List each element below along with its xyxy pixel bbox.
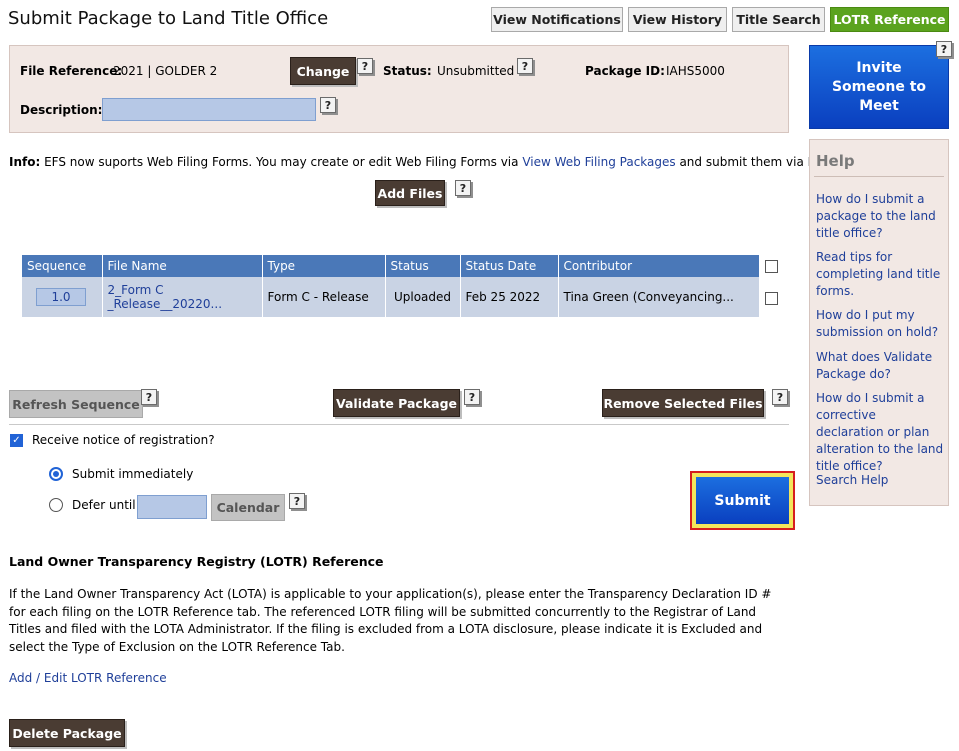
invite-label-line: Invite bbox=[856, 59, 902, 76]
type-cell: Form C - Release bbox=[262, 277, 386, 317]
table-header-row: Sequence File Name Type Status Status Da… bbox=[22, 255, 759, 277]
help-link-corrective-declaration[interactable]: How do I submit a corrective declaration… bbox=[816, 390, 944, 475]
status-label: Status: bbox=[383, 64, 432, 78]
invite-label-line: Someone to bbox=[831, 78, 927, 95]
help-icon[interactable]: ? bbox=[772, 389, 788, 405]
help-icon[interactable]: ? bbox=[517, 58, 533, 74]
info-message: Info: EFS now suports Web Filing Forms. … bbox=[9, 155, 833, 169]
remove-selected-files-button[interactable]: Remove Selected Files bbox=[602, 389, 764, 417]
sequence-cell: 1.0 bbox=[22, 277, 103, 317]
column-header-contributor[interactable]: Contributor bbox=[558, 255, 759, 277]
receive-notice-checkbox[interactable]: ✓ bbox=[10, 434, 23, 447]
help-icon[interactable]: ? bbox=[464, 389, 480, 405]
divider bbox=[9, 424, 789, 425]
delete-package-button[interactable]: Delete Package bbox=[9, 719, 125, 747]
column-header-sequence[interactable]: Sequence bbox=[22, 255, 103, 277]
lotr-section-title: Land Owner Transparency Registry (LOTR) … bbox=[9, 554, 384, 569]
help-link-form-tips[interactable]: Read tips for completing land title form… bbox=[816, 249, 944, 300]
description-input[interactable] bbox=[102, 98, 316, 121]
column-header-status[interactable]: Status bbox=[385, 255, 461, 277]
file-name-cell: 2_Form C _Release__20220... bbox=[102, 277, 263, 317]
help-icon[interactable]: ? bbox=[320, 97, 336, 113]
invite-someone-button[interactable]: Invite Someone to Meet bbox=[809, 45, 949, 129]
help-link-search[interactable]: Search Help bbox=[816, 472, 944, 489]
add-edit-lotr-reference-link[interactable]: Add / Edit LOTR Reference bbox=[9, 671, 167, 685]
file-name-link[interactable]: 2_Form C _Release__20220... bbox=[108, 283, 257, 311]
status-cell: Uploaded bbox=[385, 277, 461, 317]
invite-label-line: Meet bbox=[859, 97, 899, 114]
help-panel: Help How do I submit a package to the la… bbox=[809, 139, 949, 506]
table-row: 1.0 2_Form C _Release__20220... Form C -… bbox=[22, 277, 759, 317]
info-text: EFS now suports Web Filing Forms. You ma… bbox=[40, 155, 523, 169]
add-files-button[interactable]: Add Files bbox=[375, 180, 445, 206]
submit-immediately-radio[interactable] bbox=[49, 467, 63, 481]
sequence-input[interactable]: 1.0 bbox=[36, 288, 86, 306]
info-label: Info: bbox=[9, 155, 41, 169]
column-header-status-date[interactable]: Status Date bbox=[460, 255, 559, 277]
change-button[interactable]: Change bbox=[290, 57, 356, 85]
description-label: Description: bbox=[20, 103, 103, 117]
receive-notice-label: Receive notice of registration? bbox=[32, 433, 215, 447]
defer-date-input[interactable] bbox=[137, 495, 207, 519]
help-icon[interactable]: ? bbox=[455, 180, 471, 196]
validate-package-button[interactable]: Validate Package bbox=[333, 389, 460, 417]
contributor-cell: Tina Green (Conveyancing... bbox=[558, 277, 759, 317]
defer-until-label: Defer until bbox=[72, 498, 136, 512]
status-date-cell: Feb 25 2022 bbox=[460, 277, 559, 317]
tab-view-history[interactable]: View History bbox=[628, 7, 727, 32]
file-name-line: 2_Form C bbox=[107, 283, 164, 297]
divider bbox=[814, 176, 944, 177]
defer-until-radio[interactable] bbox=[49, 498, 63, 512]
package-id-label: Package ID: bbox=[585, 64, 665, 78]
submit-immediately-label: Submit immediately bbox=[72, 467, 194, 481]
help-link-on-hold[interactable]: How do I put my submission on hold? bbox=[816, 307, 944, 341]
help-icon[interactable]: ? bbox=[936, 41, 952, 57]
column-header-file-name[interactable]: File Name bbox=[102, 255, 263, 277]
lotr-description: If the Land Owner Transparency Act (LOTA… bbox=[9, 587, 772, 654]
tab-title-search[interactable]: Title Search bbox=[732, 7, 825, 32]
files-table: Sequence File Name Type Status Status Da… bbox=[22, 255, 759, 317]
package-id-value: IAHS5000 bbox=[666, 64, 725, 78]
help-title: Help bbox=[816, 152, 855, 170]
row-select-checkbox[interactable] bbox=[765, 292, 778, 305]
help-icon[interactable]: ? bbox=[141, 389, 157, 405]
page-title: Submit Package to Land Title Office bbox=[8, 8, 329, 29]
help-icon[interactable]: ? bbox=[289, 493, 305, 509]
help-icon[interactable]: ? bbox=[357, 58, 373, 74]
tab-view-notifications[interactable]: View Notifications bbox=[491, 7, 623, 32]
column-header-type[interactable]: Type bbox=[262, 255, 386, 277]
calendar-button[interactable]: Calendar bbox=[211, 494, 285, 521]
file-reference-label: File Reference: bbox=[20, 64, 123, 78]
refresh-sequence-button[interactable]: Refresh Sequence bbox=[9, 390, 143, 418]
tab-lotr-reference[interactable]: LOTR Reference bbox=[830, 7, 949, 32]
file-name-line: _Release__20220... bbox=[107, 297, 223, 311]
file-reference-value: 2021 | GOLDER 2 bbox=[113, 64, 218, 78]
submit-button[interactable]: Submit bbox=[696, 477, 789, 524]
help-link-submit-package[interactable]: How do I submit a package to the land ti… bbox=[816, 191, 944, 242]
status-value: Unsubmitted bbox=[437, 64, 515, 78]
view-web-filing-packages-link[interactable]: View Web Filing Packages bbox=[522, 155, 675, 169]
select-all-checkbox[interactable] bbox=[765, 260, 778, 273]
help-link-validate[interactable]: What does Validate Package do? bbox=[816, 349, 944, 383]
